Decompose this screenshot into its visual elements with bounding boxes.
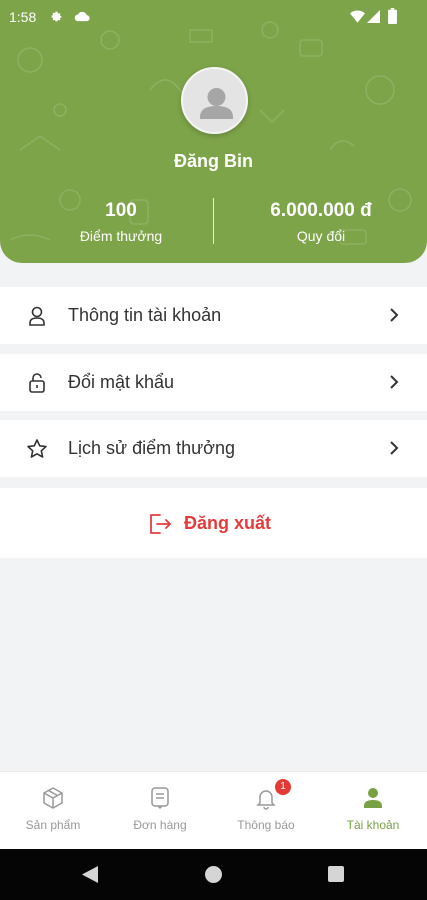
receipt-icon [151, 787, 169, 810]
tab-account[interactable]: Tài khoản [320, 772, 426, 850]
logout-label: Đăng xuất [184, 513, 272, 533]
profile-header: 1:58 Đăng Bin 100 Điểm thưởng 6.000.000 … [0, 0, 427, 263]
user-name: Đăng Bin [174, 151, 253, 171]
menu-item-label: Đổi mật khẩu [68, 372, 175, 392]
logout-icon [150, 514, 171, 534]
chevron-right-icon [390, 375, 399, 389]
logout-button[interactable]: Đăng xuất [0, 488, 427, 558]
tab-label: Sản phẩm [25, 818, 81, 832]
points-label: Điểm thưởng [79, 228, 163, 244]
chevron-right-icon [390, 441, 399, 455]
tab-products[interactable]: Sản phẩm [0, 772, 106, 850]
menu-item-label: Thông tin tài khoản [68, 305, 222, 325]
avatar[interactable] [181, 67, 248, 134]
back-icon[interactable] [82, 866, 98, 883]
status-time: 1:58 [9, 9, 37, 25]
chevron-right-icon [390, 308, 399, 322]
star-icon [27, 439, 47, 458]
recents-icon[interactable] [328, 866, 344, 882]
convert-value: 6.000.000 đ [270, 200, 372, 221]
tab-notifications[interactable]: 1 Thông báo [213, 772, 319, 850]
tab-label: Đơn hàng [133, 818, 187, 832]
menu-item-account-info[interactable]: Thông tin tài khoản [0, 287, 427, 344]
notification-badge: 1 [275, 779, 291, 795]
home-icon[interactable] [205, 866, 222, 883]
gear-icon [51, 11, 62, 22]
stats-divider [213, 198, 214, 244]
points-stat: 100 Điểm thưởng [36, 200, 206, 244]
menu-item-label: Lịch sử điểm thưởng [68, 438, 235, 458]
points-value: 100 [105, 200, 137, 221]
menu-item-change-password[interactable]: Đổi mật khẩu [0, 354, 427, 411]
tab-label: Thông báo [237, 818, 295, 832]
tab-label: Tài khoản [346, 818, 400, 832]
signal-icon [367, 10, 380, 23]
bottom-nav: Sản phẩm Đơn hàng 1 Thông báo Tài khoản [0, 771, 427, 849]
box-icon [43, 787, 63, 809]
wifi-icon [350, 10, 365, 23]
status-bar: 1:58 [0, 0, 427, 34]
menu-item-points-history[interactable]: Lịch sử điểm thưởng [0, 420, 427, 477]
tab-orders[interactable]: Đơn hàng [107, 772, 213, 850]
convert-stat: 6.000.000 đ Quy đổi [236, 200, 406, 244]
cloud-icon [74, 11, 90, 22]
person-icon [364, 788, 382, 808]
system-navigation-bar [0, 849, 427, 900]
battery-icon [388, 8, 397, 24]
user-icon [29, 306, 45, 326]
bell-icon [256, 790, 276, 810]
convert-label: Quy đổi [296, 228, 346, 244]
lock-icon [29, 373, 45, 393]
